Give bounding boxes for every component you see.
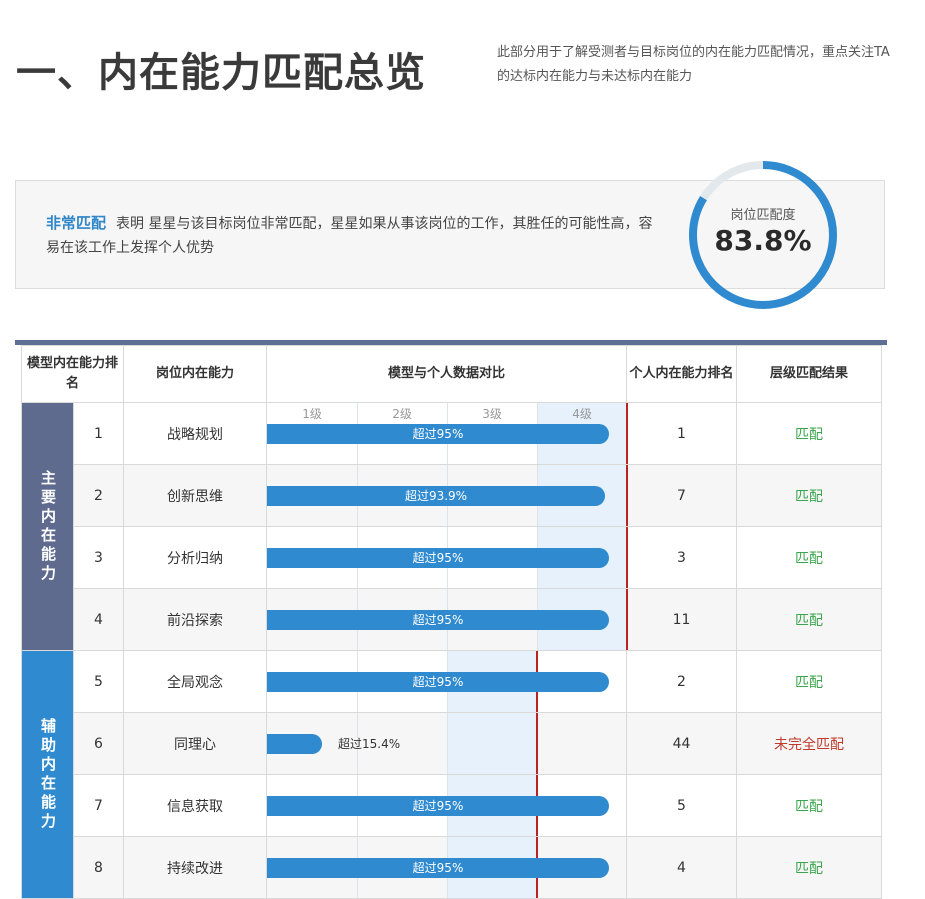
level-label: 4级 — [572, 407, 592, 421]
comparison-bar: 超过95% — [267, 424, 610, 444]
model-rank-cell: 7 — [72, 774, 125, 837]
ability-name-cell: 战略规划 — [123, 402, 268, 465]
level-grid: 超过95% — [267, 589, 629, 650]
model-rank-cell: 8 — [72, 836, 125, 899]
summary-label: 非常匹配 — [46, 214, 107, 232]
header-personal-rank: 个人内在能力排名 — [626, 345, 738, 403]
table-row: 6 同理心 超过15.4% 44 未完全匹配 — [22, 712, 883, 775]
comparison-bar-cell: 超过95% — [266, 526, 629, 589]
model-rank-cell: 3 — [72, 526, 125, 589]
table-row: 3 分析归纳 超过95% 3 匹配 — [22, 526, 883, 589]
comparison-bar-cell: 超过95% — [266, 774, 628, 837]
match-result-cell: 匹配 — [736, 774, 883, 837]
target-level-shade — [447, 713, 538, 774]
header-model-rank: 模型内在能力排名 — [20, 345, 125, 403]
ability-name-cell: 同理心 — [123, 712, 268, 775]
model-rank-cell: 4 — [72, 588, 125, 651]
comparison-bar-cell: 超过95% — [266, 588, 629, 651]
model-rank-cell: 2 — [72, 464, 125, 527]
comparison-bar-cell: 超过93.9% — [266, 464, 629, 527]
ability-name-cell: 前沿探索 — [123, 588, 268, 651]
personal-rank-cell: 5 — [626, 774, 738, 837]
match-gauge: 岗位匹配度 83.8% — [686, 158, 840, 312]
ability-name-cell: 全局观念 — [123, 650, 268, 713]
header-ability: 岗位内在能力 — [123, 345, 268, 403]
match-result-cell: 未完全匹配 — [736, 712, 883, 775]
gauge-label: 岗位匹配度 — [730, 208, 796, 223]
target-level-line — [536, 713, 539, 774]
comparison-bar-text: 超过15.4% — [338, 737, 401, 751]
level-label: 2级 — [392, 407, 412, 421]
comparison-bar: 超过95% — [267, 548, 610, 568]
summary-description: 表明 星星与该目标岗位非常匹配，星星如果从事该岗位的工作，其胜任的可能性高，容易… — [46, 216, 653, 256]
comparison-bar-cell: 超过95% — [266, 836, 628, 899]
comparison-bar-cell: 1级 2级 3级 4级超过95% — [266, 402, 629, 465]
target-level-line — [626, 589, 629, 650]
ability-name-cell: 创新思维 — [123, 464, 268, 527]
table-row: 4 前沿探索 超过95% 11 匹配 — [22, 588, 883, 651]
personal-rank-cell: 3 — [626, 526, 738, 589]
personal-rank-cell: 44 — [626, 712, 738, 775]
page-description: 此部分用于了解受测者与目标岗位的内在能力匹配情况，重点关注TA的达标内在能力与未… — [497, 45, 890, 84]
table-row: 7 信息获取 超过95% 5 匹配 — [22, 774, 883, 837]
table-row: 主要内在能力 1 战略规划 1级 2级 3级 4级 超过95% 1 匹配 — [21, 402, 883, 651]
comparison-bar: 超过95% — [267, 858, 610, 878]
ability-table: 模型内在能力排名 岗位内在能力 模型与个人数据对比 个人内在能力排名 层级匹配结… — [20, 345, 883, 899]
personal-rank-cell: 4 — [626, 836, 738, 899]
header-comparison: 模型与个人数据对比 — [266, 345, 628, 403]
match-result-cell: 匹配 — [736, 650, 883, 713]
personal-rank-cell: 1 — [626, 402, 738, 465]
match-result-cell: 匹配 — [736, 402, 883, 465]
level-grid: 超过95% — [267, 651, 627, 712]
level-grid: 1级 2级 3级 4级超过95% — [267, 403, 629, 464]
ability-name-cell: 持续改进 — [123, 836, 268, 899]
comparison-bar: 超过93.9% — [267, 486, 606, 506]
comparison-bar: 超过95% — [267, 610, 610, 630]
personal-rank-cell: 2 — [626, 650, 738, 713]
ability-name-cell: 信息获取 — [123, 774, 268, 837]
match-result-cell: 匹配 — [736, 526, 883, 589]
level-label: 3级 — [482, 407, 502, 421]
summary-text-block: 非常匹配 表明 星星与该目标岗位非常匹配，星星如果从事该岗位的工作，其胜任的可能性… — [46, 211, 666, 260]
comparison-bar-cell: 超过95% — [266, 650, 628, 713]
personal-rank-cell: 7 — [626, 464, 738, 527]
gauge-value: 83.8% — [714, 224, 812, 257]
grid-line — [447, 713, 449, 774]
level-grid: 超过93.9% — [267, 465, 629, 526]
comparison-bar-cell: 超过15.4% — [266, 712, 628, 775]
level-grid: 超过95% — [267, 527, 629, 588]
table-row: 2 创新思维 超过93.9% 7 匹配 — [22, 464, 883, 527]
table-row: 辅助内在能力 5 全局观念 超过95% 2 匹配 — [21, 650, 883, 899]
personal-rank-cell: 11 — [626, 588, 738, 651]
model-rank-cell: 6 — [72, 712, 125, 775]
target-level-line — [626, 465, 629, 526]
target-level-line — [626, 527, 629, 588]
level-grid: 超过15.4% — [267, 713, 627, 774]
table-header-row: 模型内在能力排名 岗位内在能力 模型与个人数据对比 个人内在能力排名 层级匹配结… — [20, 345, 883, 403]
match-result-cell: 匹配 — [736, 464, 883, 527]
model-rank-cell: 5 — [72, 650, 125, 713]
level-label: 1级 — [302, 407, 322, 421]
table-row: 8 持续改进 超过95% 4 匹配 — [22, 836, 883, 899]
match-result-cell: 匹配 — [736, 588, 883, 651]
header-match-result: 层级匹配结果 — [736, 345, 883, 403]
ability-name-cell: 分析归纳 — [123, 526, 268, 589]
comparison-bar: 超过95% — [267, 672, 610, 692]
group-label: 辅助内在能力 — [21, 650, 74, 899]
match-result-cell: 匹配 — [736, 836, 883, 899]
page-title: 一、内在能力匹配总览 — [16, 50, 426, 96]
comparison-bar — [267, 734, 323, 754]
group-label: 主要内在能力 — [21, 402, 74, 651]
ability-table-wrap: 模型内在能力排名 岗位内在能力 模型与个人数据对比 个人内在能力排名 层级匹配结… — [15, 340, 887, 899]
level-grid: 超过95% — [267, 775, 627, 836]
comparison-bar: 超过95% — [267, 796, 610, 816]
model-rank-cell: 1 — [72, 402, 125, 465]
level-grid: 超过95% — [267, 837, 627, 898]
